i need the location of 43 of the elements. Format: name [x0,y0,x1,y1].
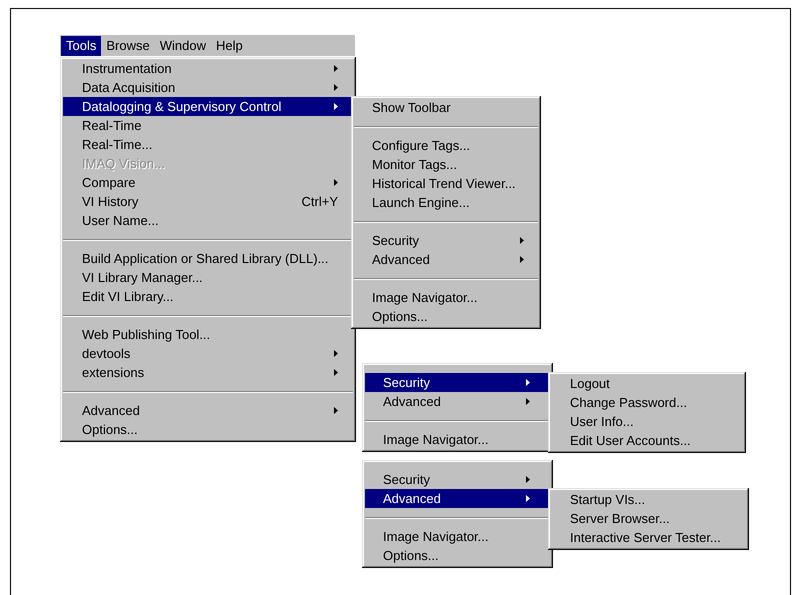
menu-item[interactable]: Edit User Accounts... [551,431,743,450]
menu-item[interactable]: Options... [63,420,353,439]
menu-item[interactable]: Startup VIs... [551,490,746,509]
menu-item[interactable]: Options... [354,307,538,326]
menu-item[interactable]: Security [365,470,550,489]
menu-item[interactable]: User Name... [63,211,353,230]
menu-item[interactable]: Image Navigator... [365,527,550,546]
menu-item[interactable]: Security [365,373,550,392]
menu-bar-item[interactable]: Browse [101,36,155,56]
menu-item[interactable]: Image Navigator... [365,430,550,449]
menu-item[interactable]: Data Acquisition [63,78,353,97]
menu-item[interactable]: Options... [365,546,550,565]
menu-item[interactable]: VI Library Manager... [63,268,353,287]
menu-item[interactable]: Edit VI Library... [63,287,353,306]
menu-item[interactable]: Advanced [365,392,550,411]
menu-item[interactable]: Real-Time [63,116,353,135]
menu-item[interactable]: Advanced [354,250,538,269]
menu-item[interactable]: extensions [63,363,353,382]
menu-bar-item[interactable]: Tools [61,36,102,56]
menu-item[interactable]: devtools [63,344,353,363]
menu-item[interactable]: Advanced [63,401,353,420]
menu-item[interactable]: Monitor Tags... [354,155,538,174]
menu-bar-item[interactable]: Window [154,36,211,56]
menu-item[interactable]: Logout [551,374,743,393]
menu-item[interactable]: Datalogging & Supervisory Control [63,97,353,116]
menu-item[interactable]: Advanced [365,489,550,508]
menu-item[interactable]: Configure Tags... [354,136,538,155]
menu-item[interactable]: Interactive Server Tester... [551,528,746,547]
menu-item[interactable]: VI History Ctrl+Y [63,192,353,211]
menu-item[interactable]: Compare [63,173,353,192]
menu-item[interactable]: Historical Trend Viewer... [354,174,538,193]
menu-item[interactable]: Change Password... [551,393,743,412]
menu-item[interactable]: Build Application or Shared Library (DLL)... [63,249,353,268]
menu-item[interactable]: Launch Engine... [354,193,538,212]
menu-item[interactable]: Image Navigator... [354,288,538,307]
menu-item[interactable]: Show Toolbar [354,98,538,117]
menu-item[interactable]: Instrumentation [63,59,353,78]
menu-item[interactable]: User Info... [551,412,743,431]
menu-item[interactable]: Security [354,231,538,250]
menu-bar-item[interactable]: Help [210,36,248,56]
menu-item[interactable]: Server Browser... [551,509,746,528]
menu-item[interactable]: Web Publishing Tool... [63,325,353,344]
menu-item[interactable]: Real-Time... [63,135,353,154]
